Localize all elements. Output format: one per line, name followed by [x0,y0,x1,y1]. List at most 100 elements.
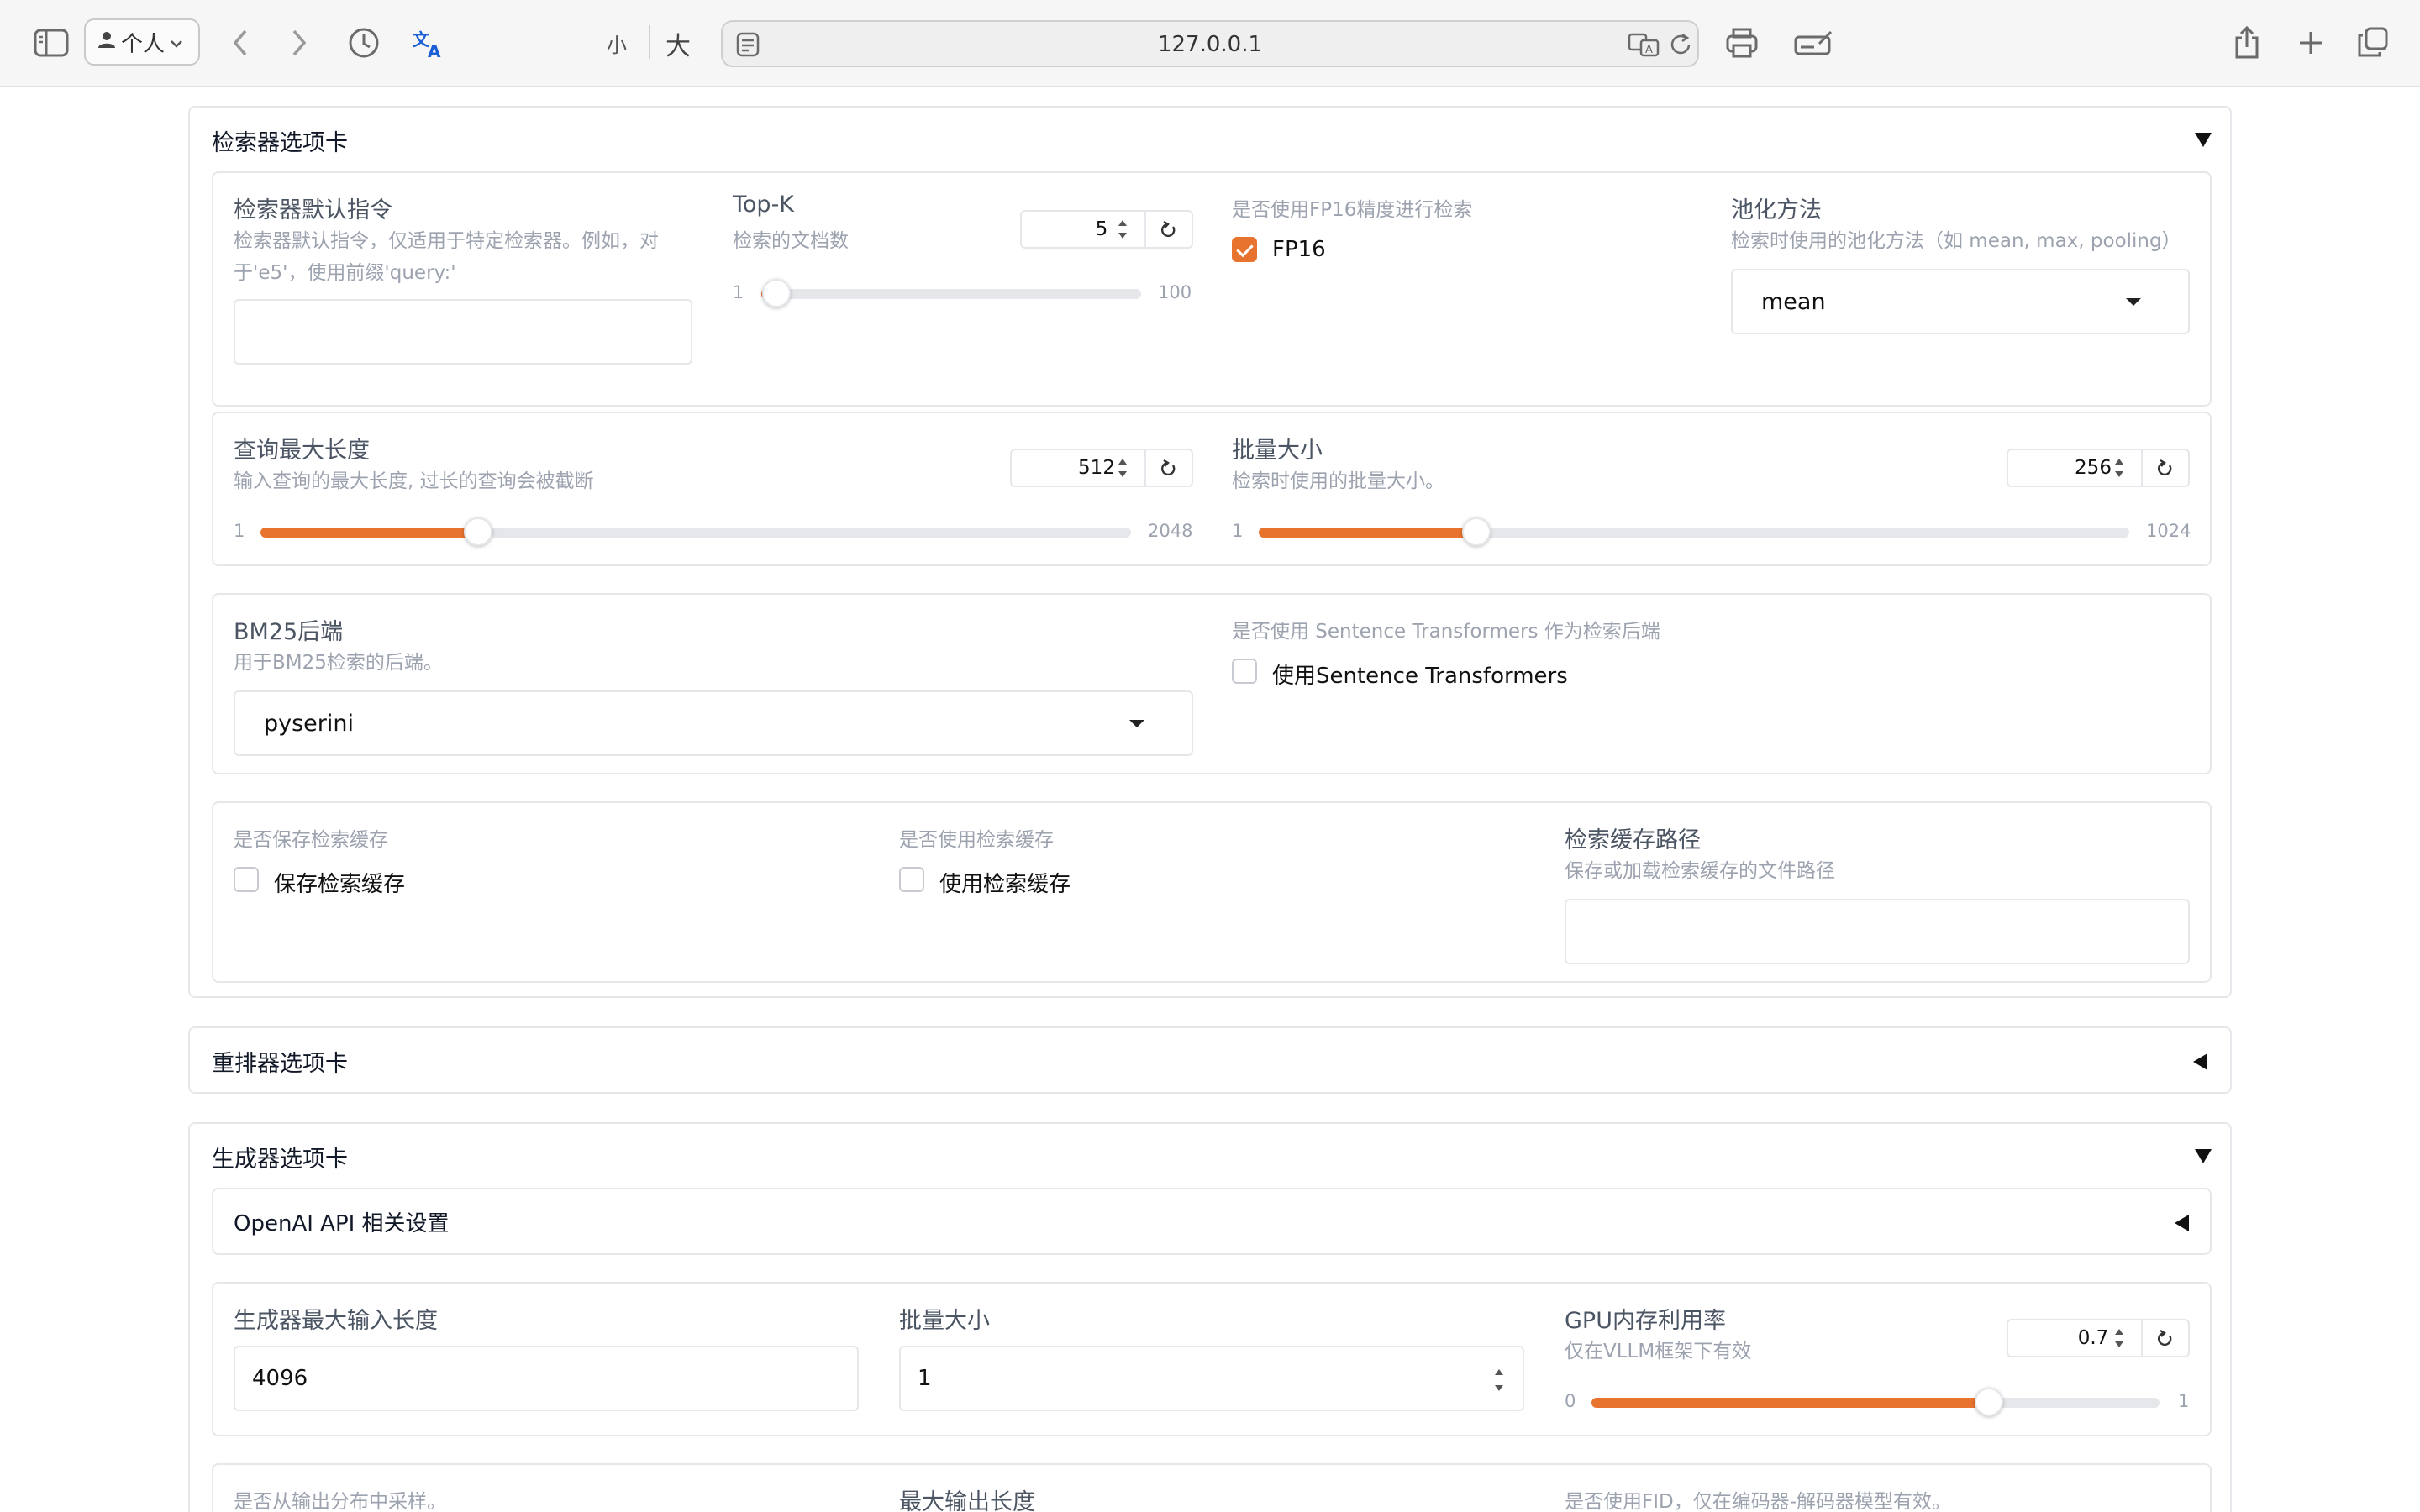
query-len-label: 查询最大长度 [234,438,370,464]
forward-icon[interactable] [286,25,313,60]
font-smaller-button[interactable]: 小 [607,29,627,58]
url-text: 127.0.0.1 [1157,32,1263,57]
dropdown-caret-icon [1129,720,1144,727]
gen-batch-label: 批量大小 [899,1308,990,1334]
slider-thumb[interactable] [1975,1388,2004,1416]
topk-number-input[interactable]: 5 [1020,210,1193,249]
reset-icon[interactable] [1144,450,1192,486]
new-tab-icon[interactable] [2294,25,2328,60]
history-icon[interactable] [346,25,381,60]
topk-label: Top-K [733,192,795,218]
topk-slider[interactable] [761,279,1141,307]
query-len-slider[interactable] [260,517,1131,546]
reranker-accordion-title[interactable]: 重排器选项卡 [212,1045,348,1078]
back-icon[interactable] [227,25,254,60]
share-icon[interactable] [2230,24,2264,62]
gen-batch-input[interactable]: 1 [899,1346,1524,1411]
instruction-input[interactable] [234,299,692,365]
use-cache-checkbox[interactable] [899,867,924,892]
profile-button[interactable]: 个人 [84,18,200,66]
collapse-toggle-icon[interactable] [2195,1149,2212,1163]
reranker-accordion[interactable]: 重排器选项卡 [188,1026,2232,1094]
fp16-info: 是否使用FP16精度进行检索 [1232,199,1473,221]
batch-size-max: 1024 [2146,521,2191,541]
address-bar[interactable]: 127.0.0.1 A [721,20,1699,67]
gen-max-input-field[interactable]: 4096 [234,1346,859,1411]
use-fid-info: 是否使用FID，仅在编码器-解码器模型有效。 [1565,1491,1952,1512]
tab-overview-icon[interactable] [2354,24,2391,60]
stepper-arrows-icon[interactable] [2114,1327,2124,1349]
batch-size-number-input[interactable]: 256 [2007,449,2190,487]
bm25-dropdown[interactable]: pyserini [234,690,1193,756]
save-cache-label[interactable]: 保存检索缓存 [274,867,405,898]
translate-icon[interactable]: 文A [408,25,447,60]
pooling-value: mean [1761,288,1826,315]
reset-icon[interactable] [1144,212,1192,247]
reset-icon[interactable] [2141,1320,2188,1356]
gpu-util-max: 1 [2178,1391,2190,1411]
sentence-transformers-checkbox[interactable] [1232,659,1257,684]
expand-toggle-icon[interactable] [2193,1053,2207,1070]
query-len-info: 输入查询的最大长度, 过长的查询会被截断 [234,470,594,492]
bm25-info: 用于BM25检索的后端。 [234,652,443,674]
fp16-checkbox[interactable] [1232,237,1257,262]
markup-icon[interactable] [1793,25,1835,60]
sidebar-toggle-icon[interactable] [32,25,71,60]
generator-row-2: 是否从输出分布中采样。 最大输出长度 是否使用FID，仅在编码器-解码器模型有效… [212,1463,2212,1512]
font-larger-button[interactable]: 大 [666,25,691,62]
font-divider [649,25,650,59]
openai-settings-accordion[interactable]: OpenAI API 相关设置 [212,1188,2212,1255]
pooling-dropdown[interactable]: mean [1731,269,2190,334]
reset-icon[interactable] [2141,450,2188,486]
fp16-label[interactable]: FP16 [1272,237,1326,262]
retriever-row-3: BM25后端 用于BM25检索的后端。 pyserini 是否使用 Senten… [212,593,2212,774]
batch-size-label: 批量大小 [1232,438,1323,464]
retriever-row-1: 检索器默认指令 检索器默认指令，仅适用于特定检索器。例如，对 于'e5'，使用前… [212,171,2212,407]
generator-accordion: 生成器选项卡 OpenAI API 相关设置 生成器最大输入长度 4096 批量… [188,1122,2232,1512]
slider-thumb[interactable] [464,517,492,546]
topk-min: 1 [733,282,744,302]
profile-label: 个人 [121,31,166,57]
save-cache-checkbox[interactable] [234,867,259,892]
expand-toggle-icon[interactable] [2175,1215,2189,1231]
browser-toolbar: 个人 文A 小 大 127.0.0.1 A [0,0,2420,87]
query-len-min: 1 [234,521,245,541]
retriever-accordion-title[interactable]: 检索器选项卡 [212,124,348,157]
svg-text:A: A [1645,44,1653,56]
query-len-number-input[interactable]: 512 [1010,449,1193,487]
chevron-down-icon [170,29,183,55]
instruction-info-line2: 于'e5'，使用前缀'query:' [234,262,456,284]
gpu-util-number-input[interactable]: 0.7 [2007,1319,2190,1357]
batch-size-slider[interactable] [1259,517,2129,546]
slider-thumb[interactable] [762,279,792,307]
topk-max: 100 [1158,282,1192,302]
stepper-arrows-icon[interactable] [1118,457,1128,479]
pooling-label: 池化方法 [1731,197,1822,223]
retriever-row-2: 查询最大长度 输入查询的最大长度, 过长的查询会被截断 512 1 2048 批… [212,412,2212,566]
generator-accordion-title[interactable]: 生成器选项卡 [212,1141,348,1173]
person-icon [97,29,116,55]
gen-max-input-label: 生成器最大输入长度 [234,1308,438,1334]
stepper-arrows-icon[interactable] [2114,457,2124,479]
gpu-util-slider[interactable] [1591,1388,2160,1416]
stepper-arrows-icon[interactable] [1118,218,1128,240]
stepper-arrows-icon[interactable] [1494,1368,1504,1393]
do-sample-info: 是否从输出分布中采样。 [234,1491,446,1512]
cache-path-input[interactable] [1565,899,2190,964]
max-output-label: 最大输出长度 [899,1489,1035,1512]
retriever-row-4: 是否保存检索缓存 保存检索缓存 是否使用检索缓存 使用检索缓存 检索缓存路径 保… [212,801,2212,983]
slider-thumb[interactable] [1462,517,1491,546]
gen-batch-value: 1 [918,1366,932,1391]
generator-row-1: 生成器最大输入长度 4096 批量大小 1 GPU内存利用率 仅在VLLM框架下… [212,1282,2212,1436]
sentence-transformers-info: 是否使用 Sentence Transformers 作为检索后端 [1232,621,1660,643]
sentence-transformers-label[interactable]: 使用Sentence Transformers [1272,659,1568,690]
use-cache-label[interactable]: 使用检索缓存 [939,867,1071,898]
reload-icon[interactable] [1667,30,1694,59]
print-icon[interactable] [1723,25,1761,60]
gpu-util-label: GPU内存利用率 [1565,1308,1726,1334]
page-translate-icon[interactable]: A [1627,30,1662,59]
stepper-wrap [1492,1368,1504,1393]
collapse-toggle-icon[interactable] [2195,133,2212,147]
query-len-max: 2048 [1148,521,1193,541]
openai-settings-title[interactable]: OpenAI API 相关设置 [234,1206,450,1237]
